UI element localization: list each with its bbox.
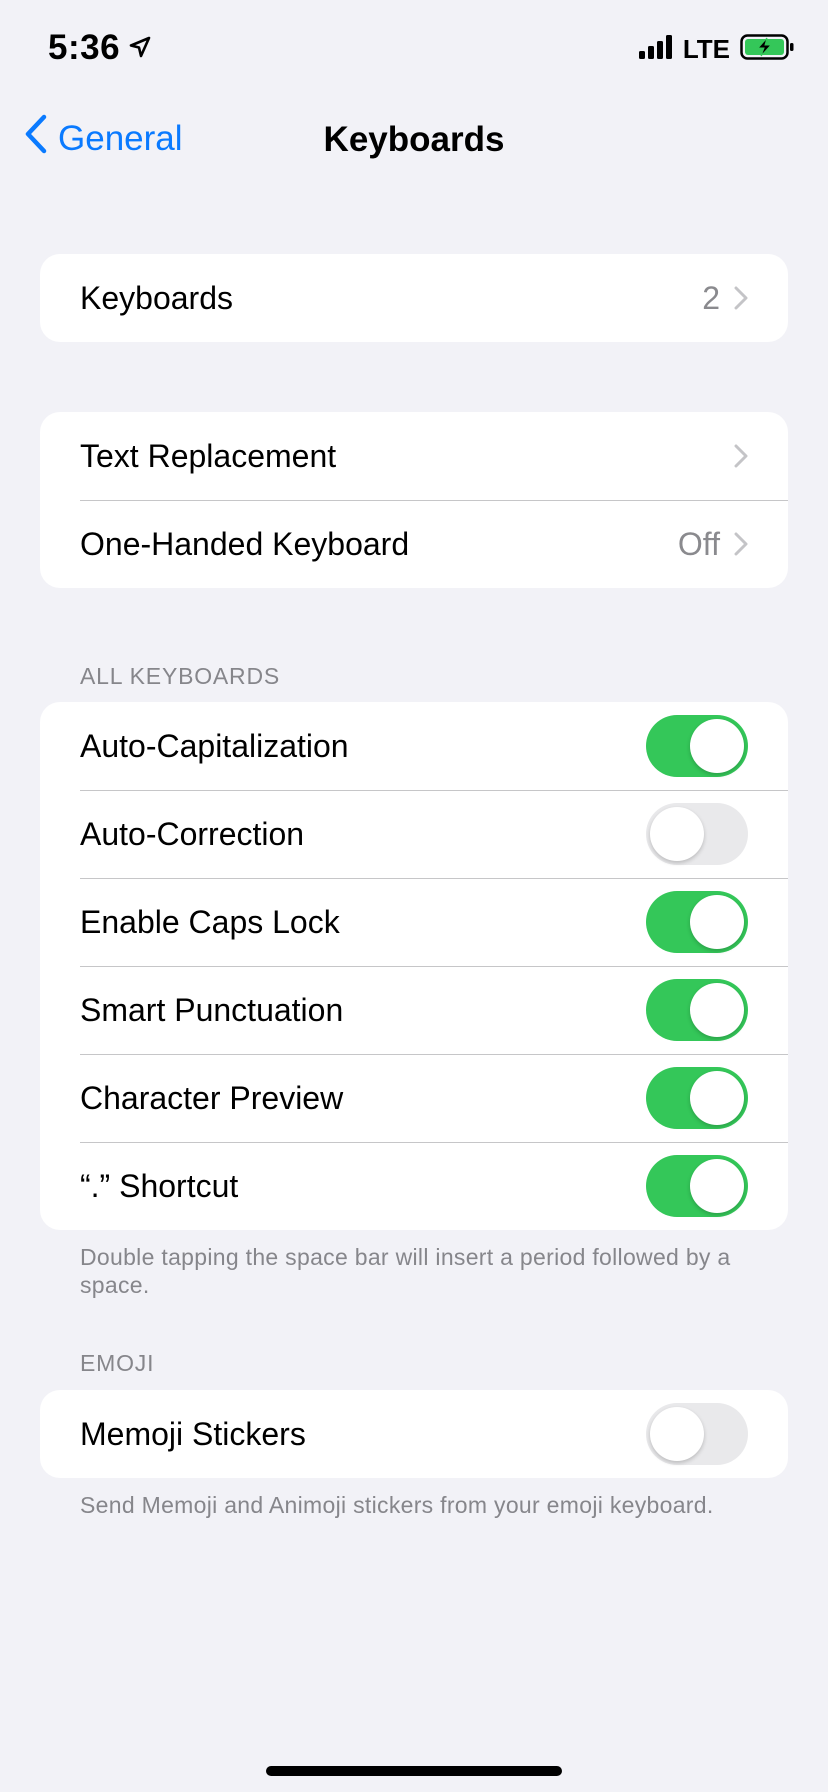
status-time: 5:36	[48, 28, 152, 68]
settings-screen: 5:36 LTE General Keyboards Keyboards 2 T…	[0, 0, 828, 1792]
character-preview-row: Character Preview	[40, 1054, 788, 1142]
location-arrow-icon	[128, 28, 152, 68]
emoji-footer: Send Memoji and Animoji stickers from yo…	[80, 1492, 714, 1518]
auto-capitalization-row: Auto-Capitalization	[40, 702, 788, 790]
one-handed-keyboard-row[interactable]: One-Handed Keyboard Off	[40, 500, 788, 588]
emoji-group: Memoji Stickers	[40, 1390, 788, 1478]
one-handed-keyboard-value: Off	[677, 525, 720, 562]
status-right: LTE	[638, 34, 794, 65]
all-keyboards-footer: Double tapping the space bar will insert…	[80, 1244, 731, 1298]
auto-capitalization-toggle[interactable]	[646, 715, 748, 777]
auto-capitalization-label: Auto-Capitalization	[80, 727, 349, 764]
navigation-bar: General Keyboards	[0, 100, 828, 184]
enable-caps-lock-row: Enable Caps Lock	[40, 878, 788, 966]
battery-charging-icon	[740, 34, 794, 65]
keyboards-count: 2	[702, 279, 720, 316]
auto-correction-toggle[interactable]	[646, 803, 748, 865]
period-shortcut-row: “.” Shortcut	[40, 1142, 788, 1230]
time-label: 5:36	[48, 28, 121, 67]
memoji-stickers-label: Memoji Stickers	[80, 1415, 306, 1452]
auto-correction-row: Auto-Correction	[40, 790, 788, 878]
one-handed-keyboard-label: One-Handed Keyboard	[80, 525, 410, 562]
smart-punctuation-toggle[interactable]	[646, 979, 748, 1041]
memoji-stickers-toggle[interactable]	[646, 1403, 748, 1465]
smart-punctuation-row: Smart Punctuation	[40, 966, 788, 1054]
text-replacement-label: Text Replacement	[80, 437, 337, 474]
smart-punctuation-label: Smart Punctuation	[80, 991, 344, 1028]
enable-caps-lock-label: Enable Caps Lock	[80, 903, 340, 940]
all-keyboards-header: ALL KEYBOARDS	[80, 663, 281, 689]
home-indicator[interactable]	[266, 1766, 562, 1776]
emoji-header: EMOJI	[80, 1350, 155, 1376]
keyboards-label: Keyboards	[80, 279, 233, 316]
memoji-stickers-row: Memoji Stickers	[40, 1390, 788, 1478]
keyboards-row[interactable]: Keyboards 2	[40, 254, 788, 342]
auto-correction-label: Auto-Correction	[80, 815, 305, 852]
text-replacement-row[interactable]: Text Replacement	[40, 412, 788, 500]
status-bar: 5:36 LTE	[0, 0, 828, 100]
chevron-right-icon	[734, 444, 748, 468]
signal-icon	[638, 35, 673, 64]
page-title: Keyboards	[323, 120, 505, 159]
period-shortcut-toggle[interactable]	[646, 1155, 748, 1217]
character-preview-label: Character Preview	[80, 1079, 344, 1116]
text-options-group: Text Replacement One-Handed Keyboard Off	[40, 412, 788, 588]
keyboards-group: Keyboards 2	[40, 254, 788, 342]
period-shortcut-label: “.” Shortcut	[80, 1167, 239, 1204]
network-label: LTE	[682, 34, 730, 64]
enable-caps-lock-toggle[interactable]	[646, 891, 748, 953]
chevron-right-icon	[734, 286, 748, 310]
character-preview-toggle[interactable]	[646, 1067, 748, 1129]
all-keyboards-group: Auto-Capitalization Auto-Correction Enab…	[40, 702, 788, 1230]
chevron-right-icon	[734, 532, 748, 556]
